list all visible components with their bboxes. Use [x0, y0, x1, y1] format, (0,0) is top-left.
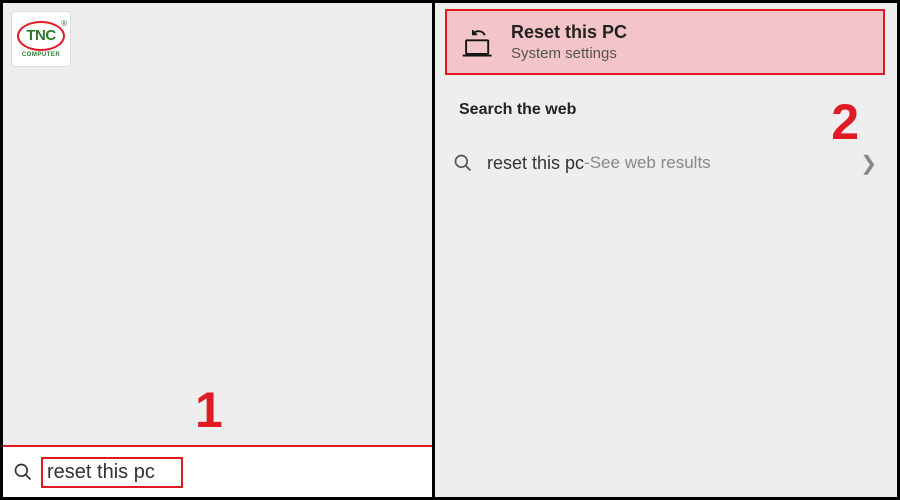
chevron-right-icon: ❯ [860, 151, 883, 176]
search-input[interactable] [47, 461, 177, 484]
search-icon [453, 153, 473, 173]
logo-brand: TNC [26, 27, 55, 44]
taskbar-search[interactable] [3, 445, 432, 497]
step-number-1: 1 [195, 381, 223, 439]
search-highlight-box [41, 457, 183, 488]
logo-subline: COMPUTER [22, 52, 60, 58]
step-1-panel: TNC COMPUTER 1 [3, 3, 435, 497]
reset-pc-icon [461, 25, 495, 59]
best-match-result[interactable]: Reset this PC System settings [445, 9, 885, 75]
web-search-result[interactable]: reset this pc - See web results ❯ [453, 141, 883, 185]
search-icon [13, 462, 33, 482]
best-match-subtitle: System settings [511, 45, 627, 62]
search-web-header: Search the web [459, 101, 576, 119]
best-match-title: Reset this PC [511, 22, 627, 43]
web-result-query: reset this pc [487, 153, 584, 174]
web-result-hint: See web results [590, 153, 711, 173]
step-2-panel: Reset this PC System settings Search the… [435, 3, 897, 497]
tnc-logo: TNC COMPUTER [11, 11, 71, 67]
